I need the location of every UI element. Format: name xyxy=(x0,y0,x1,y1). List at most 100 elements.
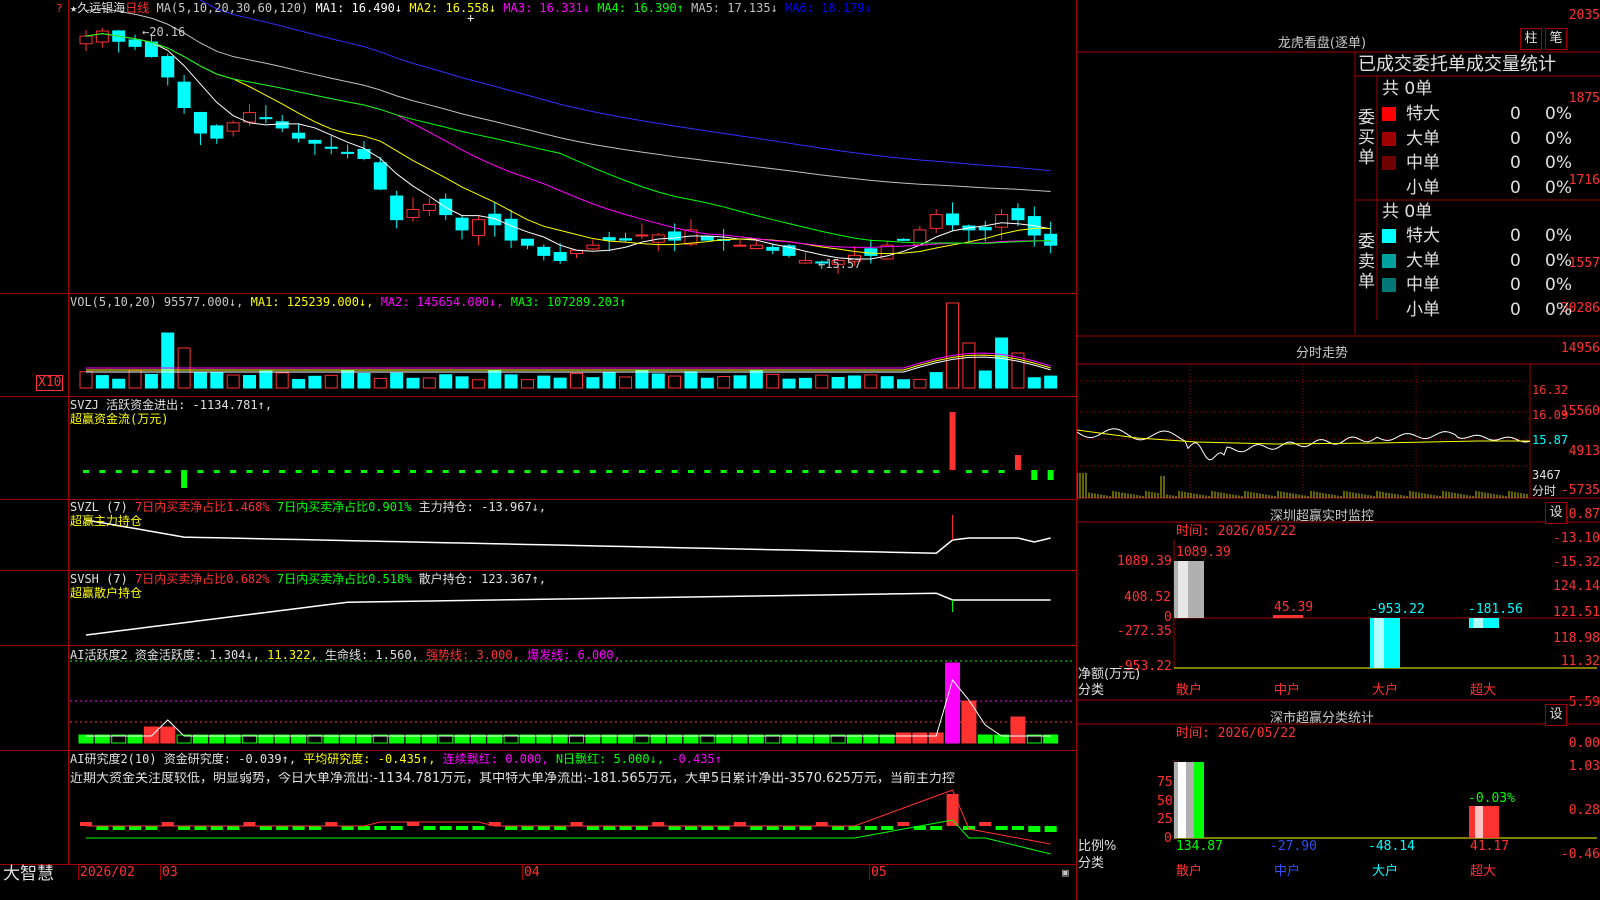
svzj-bar xyxy=(344,470,351,473)
ai-research-bar xyxy=(259,826,272,830)
candle-body xyxy=(586,244,600,250)
low-marker: ←15.57 xyxy=(818,257,862,271)
monitor-category: 大户 xyxy=(1372,683,1399,698)
svzl-a: 7日内买卖净占比1.468% xyxy=(135,500,270,514)
vol-header: VOL(5,10,20) 95577.000↓, MA1: 125239.000… xyxy=(70,295,626,309)
candle-body xyxy=(520,238,534,246)
class-settings-button[interactable]: 设 xyxy=(1545,704,1567,726)
volume-bar xyxy=(324,374,338,389)
ai-research-bar xyxy=(1011,826,1024,830)
svzj-bar xyxy=(213,470,220,473)
brand-logo: 大智慧 xyxy=(3,864,54,884)
svzj-bar xyxy=(475,470,482,473)
ai-research-bar xyxy=(864,826,877,830)
volume-bar xyxy=(1044,375,1058,389)
svzj-bar xyxy=(818,470,825,473)
order-color-swatch xyxy=(1382,278,1396,292)
panel-divider xyxy=(0,570,1076,571)
sidebar-svg xyxy=(1077,51,1600,840)
ai-research-bar xyxy=(112,826,125,830)
vol-ma3: MA3: 107289.203↑ xyxy=(510,295,627,309)
volume-bar xyxy=(537,375,551,389)
ma-line xyxy=(85,33,1051,255)
svzj-bar xyxy=(786,470,793,473)
volume-bar xyxy=(749,370,763,389)
order-color-swatch xyxy=(1382,253,1396,268)
volume-bar xyxy=(406,377,420,389)
class-category: 超大 xyxy=(1470,864,1497,879)
class-axis-label: 25 xyxy=(1157,812,1173,827)
ai-research-bar xyxy=(423,826,436,830)
monitor-value: 1089.39 xyxy=(1176,545,1231,560)
candle-body xyxy=(128,39,142,47)
svzj-bar xyxy=(622,470,629,473)
volume-bar xyxy=(1027,377,1041,389)
svzl-line xyxy=(85,519,1051,554)
date-tick xyxy=(160,864,161,880)
volume-bar xyxy=(766,373,780,389)
panel-divider xyxy=(0,645,1076,646)
ai-research-bar xyxy=(276,826,289,830)
volume-bar xyxy=(635,370,649,389)
monitor-xlabel: 分类 xyxy=(1078,683,1105,698)
class-top-label: -0.03% xyxy=(1468,791,1515,806)
pen-mode-button[interactable]: 笔 xyxy=(1545,28,1567,50)
order-row-pct: 0% xyxy=(1545,128,1572,149)
candle-body xyxy=(1011,208,1025,221)
ai-research-bar xyxy=(145,826,158,830)
svzj-bar xyxy=(949,412,956,470)
ai-research-bar xyxy=(930,826,943,830)
svzj-bar xyxy=(573,470,580,473)
monitor-time: 时间: 2026/05/22 xyxy=(1176,524,1296,539)
vol-ma1: MA1: 125239.000↓, xyxy=(250,295,374,309)
candle-body xyxy=(798,259,812,264)
date-tick xyxy=(78,864,79,880)
candle-body xyxy=(537,246,551,256)
right-sidebar xyxy=(1077,0,1600,900)
vol-ma-line xyxy=(86,352,1051,369)
ai-research-bar xyxy=(227,826,240,830)
svzj-bar xyxy=(148,470,155,473)
volume-bar xyxy=(390,372,404,389)
volume-bar xyxy=(946,302,960,389)
svzj-bar xyxy=(426,470,433,473)
svzj-bar xyxy=(246,470,253,473)
bar-mode-button[interactable]: 柱 xyxy=(1520,28,1542,50)
ai-active-title: AI活跃度2 资金活跃度: 1.304↓, xyxy=(70,648,260,662)
lock-icon[interactable]: ▣ xyxy=(1062,866,1069,880)
svzj-bar xyxy=(835,470,842,473)
ai-research-bar xyxy=(505,826,518,830)
monitor-category: 超大 xyxy=(1470,683,1497,698)
volume-bar xyxy=(471,379,485,389)
monitor-settings-button[interactable]: 设 xyxy=(1545,502,1567,524)
order-row-count: 0 xyxy=(1510,250,1521,271)
ai-research-bar xyxy=(635,826,648,830)
svzj-bar xyxy=(377,470,384,473)
svzj-bar xyxy=(279,470,286,473)
ai-research-bar xyxy=(979,822,992,826)
ai-research-bar xyxy=(374,826,387,830)
svzj-bar xyxy=(671,470,678,473)
order-row-pct: 0% xyxy=(1545,299,1572,320)
question-icon[interactable]: ? xyxy=(56,2,63,16)
volume-bar xyxy=(651,373,665,389)
ma-value-5: MA5: 17.135↓ xyxy=(683,1,778,15)
svsh-c: 散户持仓: 123.367↑, xyxy=(418,572,547,586)
candle-body xyxy=(488,213,502,226)
volume-bar xyxy=(962,342,976,389)
candle-body xyxy=(455,217,469,231)
candle-body xyxy=(341,151,355,154)
buy-total: 共 0单 xyxy=(1382,79,1433,99)
ma-line xyxy=(85,7,1051,193)
svzj-bar xyxy=(884,470,891,473)
ai-research-bar xyxy=(1028,826,1041,832)
ai-research-bar xyxy=(472,826,485,830)
period-label[interactable]: 日线 xyxy=(125,1,149,15)
svzj-bar xyxy=(867,470,874,473)
stock-title[interactable]: ★久远银海 xyxy=(70,1,125,15)
volume-bar xyxy=(913,378,927,389)
ma-line xyxy=(85,33,1051,260)
svsh-line xyxy=(85,592,1051,636)
svzj-bar xyxy=(115,470,122,473)
svzj-bar xyxy=(638,470,645,473)
